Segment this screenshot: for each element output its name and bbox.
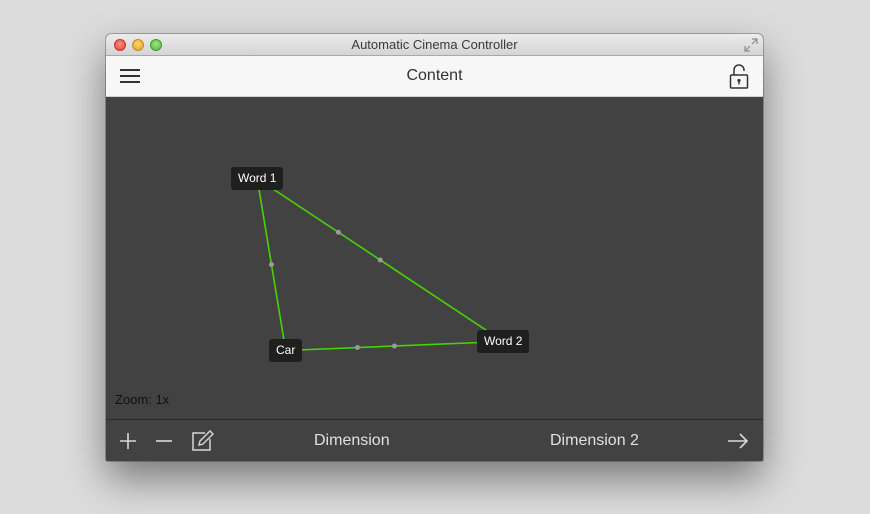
minus-icon[interactable] [154,431,174,451]
graph-node-word-1[interactable]: Word 1 [231,167,284,190]
graph-edges-layer [256,177,504,352]
edge-handle[interactable] [335,229,341,235]
content-toolbar: Content [106,56,763,97]
edge-handle[interactable] [377,257,383,263]
edge-handle[interactable] [268,262,274,267]
window-title: Automatic Cinema Controller [351,37,518,52]
title-bar: Automatic Cinema Controller [106,34,763,56]
fullscreen-icon[interactable] [744,38,758,52]
graph-canvas[interactable]: Word 1 Car Word 2 Zoom: 1x [106,97,763,419]
unlocked-padlock-icon[interactable] [729,64,749,90]
dimension-1-selector[interactable]: Dimension [314,432,390,450]
zoom-level: Zoom: 1x [115,392,170,407]
edge-handle[interactable] [354,345,360,351]
app-window: Automatic Cinema Controller Content Word… [106,34,763,461]
page-title: Content [406,67,463,84]
bottom-toolbar: Dimension Dimension 2 [106,419,763,461]
dimension-2-selector[interactable]: Dimension 2 [550,432,639,450]
edge-handle[interactable] [391,343,397,349]
plus-icon[interactable] [118,431,138,451]
graph-node-car[interactable]: Car [269,339,303,362]
graph-node-word-2[interactable]: Word 2 [477,330,530,353]
edit-icon[interactable] [191,430,215,452]
arrow-right-icon[interactable] [727,431,749,451]
